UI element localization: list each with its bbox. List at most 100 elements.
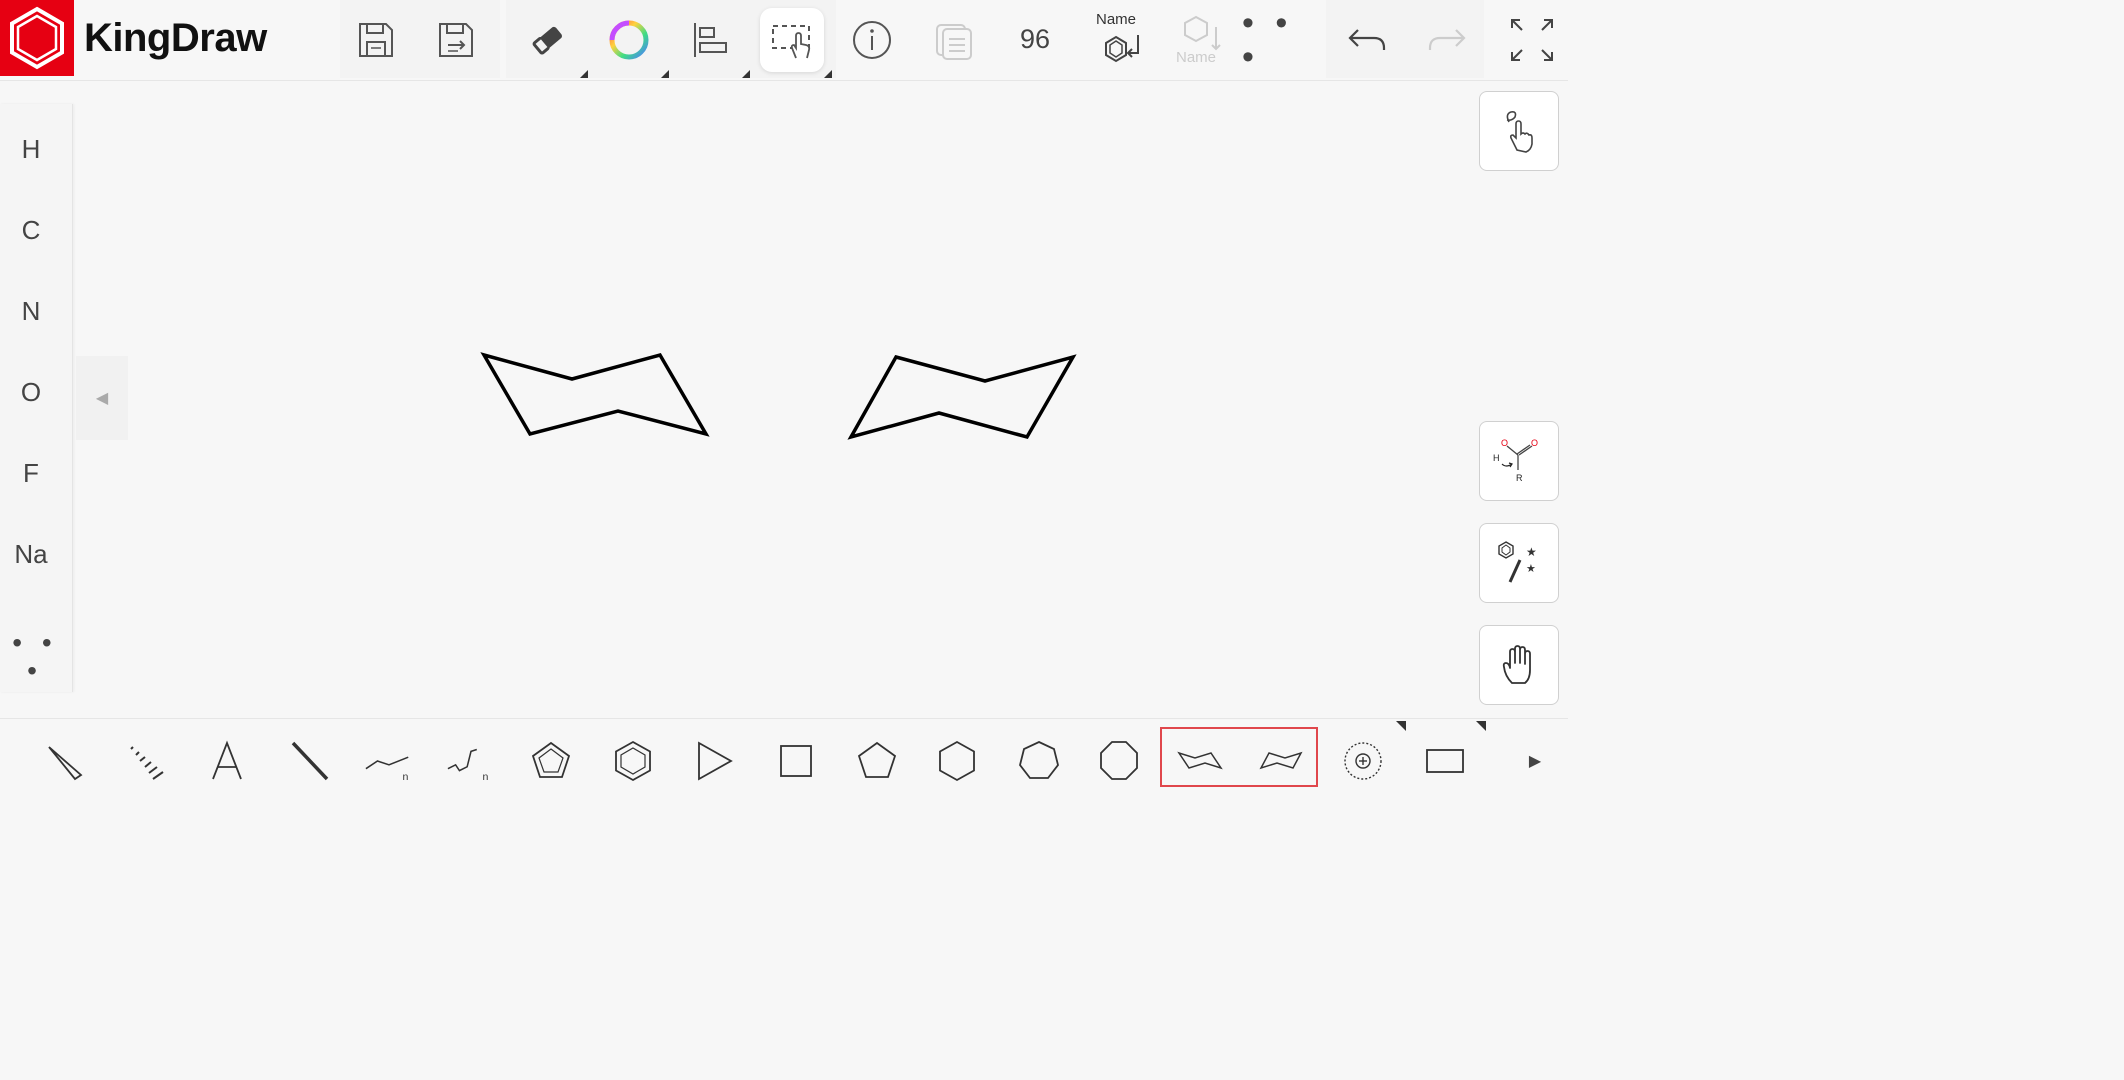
svg-text:★: ★ — [1526, 545, 1537, 559]
top-toolbar: KingDraw 96 Name Name • • • — [0, 0, 1568, 81]
element-n-button[interactable]: N — [0, 296, 62, 327]
cyclooctane-button[interactable] — [1094, 739, 1144, 783]
touch-draw-button[interactable] — [1479, 91, 1559, 171]
cyclopentadiene-icon — [531, 741, 571, 778]
benzene-enter-icon — [1105, 35, 1139, 63]
color-wheel-icon — [609, 20, 649, 60]
next-templates-button[interactable]: ▶ — [1510, 739, 1560, 783]
cyclohexane-chair-structure-2[interactable] — [847, 354, 1077, 440]
text-a-icon — [212, 740, 242, 780]
cyclopentadiene-button[interactable] — [526, 739, 576, 783]
name-to-structure-button[interactable] — [1088, 26, 1152, 72]
next-arrow-icon: ▶ — [1528, 753, 1542, 770]
chain-button[interactable]: n — [364, 739, 414, 783]
wedge-bond-icon — [48, 746, 83, 781]
save-as-button[interactable] — [424, 8, 488, 72]
chair-cyclohexane-icon — [1177, 751, 1223, 770]
element-c-button[interactable]: C — [0, 215, 62, 246]
benzene-icon — [615, 740, 651, 782]
app-logo — [0, 0, 74, 76]
align-dropdown-corner[interactable] — [742, 70, 750, 78]
element-h-button[interactable]: H — [0, 134, 62, 165]
benzene-button[interactable] — [608, 739, 658, 783]
select-dropdown-corner[interactable] — [824, 70, 832, 78]
color-button[interactable] — [597, 8, 661, 72]
pentagon-ring-icon — [857, 741, 897, 778]
copy-icon — [936, 24, 972, 60]
fullscreen-button[interactable] — [1500, 8, 1564, 72]
element-sidebar: H C N O F Na • • • — [0, 104, 73, 692]
svg-text:n: n — [402, 771, 408, 783]
chain-repeat-icon: n — [447, 748, 489, 783]
drawing-canvas[interactable] — [74, 84, 1474, 714]
eraser-icon — [532, 26, 562, 55]
svg-text:H: H — [1493, 453, 1500, 463]
rectangle-select-hand-icon — [772, 25, 811, 59]
charge-dropdown-corner[interactable] — [1396, 721, 1406, 731]
structure-to-name-label: Name — [1176, 49, 1217, 66]
copy-button[interactable] — [922, 8, 986, 72]
shape-dropdown-corner[interactable] — [1476, 721, 1486, 731]
cyclopropane-button[interactable] — [688, 739, 738, 783]
hashed-bond-icon — [130, 746, 164, 780]
cyclobutane-button[interactable] — [770, 739, 820, 783]
single-bond-button[interactable] — [284, 739, 334, 783]
undo-button[interactable] — [1334, 8, 1398, 72]
zoom-level[interactable]: 96 — [1008, 24, 1062, 55]
single-bond-icon — [291, 741, 329, 781]
align-left-icon — [694, 23, 727, 57]
more-tools-button[interactable]: • • • — [1242, 4, 1306, 76]
svg-text:R: R — [1516, 473, 1523, 483]
cyclohexane-button[interactable] — [932, 739, 982, 783]
chair-conformation-1-button[interactable] — [1176, 739, 1226, 783]
circled-plus-icon — [1344, 742, 1382, 780]
hexagon-logo-icon — [10, 6, 64, 70]
finger-draw-icon — [1506, 111, 1533, 153]
app-title: KingDraw — [84, 16, 267, 60]
element-f-button[interactable]: F — [0, 458, 62, 489]
cycloheptane-button[interactable] — [1014, 739, 1064, 783]
color-dropdown-corner[interactable] — [661, 70, 669, 78]
triangle-ring-icon — [698, 741, 733, 781]
select-button[interactable] — [760, 8, 824, 72]
rectangle-icon — [1426, 749, 1464, 773]
svg-text:n: n — [483, 771, 489, 783]
info-button[interactable] — [840, 8, 904, 72]
magic-wand-icon: ★ ★ — [1498, 541, 1537, 583]
electron-arrow-icon: O O H R — [1493, 438, 1538, 483]
svg-text:★: ★ — [1526, 562, 1536, 575]
save-button[interactable] — [344, 8, 408, 72]
cyclohexane-chair-structure-1[interactable] — [480, 352, 710, 437]
redo-button[interactable] — [1416, 8, 1480, 72]
carbon-chain-icon: n — [365, 756, 409, 783]
redo-icon — [1428, 29, 1466, 50]
element-o-button[interactable]: O — [0, 377, 62, 408]
cyclopentane-button[interactable] — [852, 739, 902, 783]
info-icon — [853, 21, 891, 59]
chair-conformation-2-button[interactable] — [1256, 739, 1306, 783]
hexagon-ring-icon — [939, 740, 975, 782]
chain-n-button[interactable]: n — [446, 739, 496, 783]
save-as-icon — [439, 23, 473, 57]
fullscreen-icon — [1511, 19, 1553, 61]
reaction-mechanism-button[interactable]: O O H R — [1479, 421, 1559, 501]
element-na-button[interactable]: Na — [0, 539, 62, 570]
text-tool-button[interactable] — [202, 739, 252, 783]
charge-button[interactable] — [1338, 739, 1388, 783]
octagon-ring-icon — [1100, 741, 1138, 780]
hashed-bond-button[interactable] — [120, 739, 170, 783]
chair-cyclohexane-flipped-icon — [1259, 751, 1303, 770]
hand-icon — [1502, 645, 1531, 684]
eraser-dropdown-corner[interactable] — [580, 70, 588, 78]
structure-magic-button[interactable]: ★ ★ — [1479, 523, 1559, 603]
undo-icon — [1348, 29, 1386, 50]
template-toolbar: n n ▶ — [0, 718, 1568, 798]
wedge-bond-button[interactable] — [40, 739, 90, 783]
eraser-button[interactable] — [516, 8, 580, 72]
more-dots-icon: • • • — [1242, 4, 1294, 76]
square-ring-icon — [780, 745, 812, 777]
more-elements-button[interactable]: • • • — [4, 629, 66, 685]
rectangle-shape-button[interactable] — [1420, 739, 1470, 783]
align-button[interactable] — [678, 8, 742, 72]
pan-button[interactable] — [1479, 625, 1559, 705]
